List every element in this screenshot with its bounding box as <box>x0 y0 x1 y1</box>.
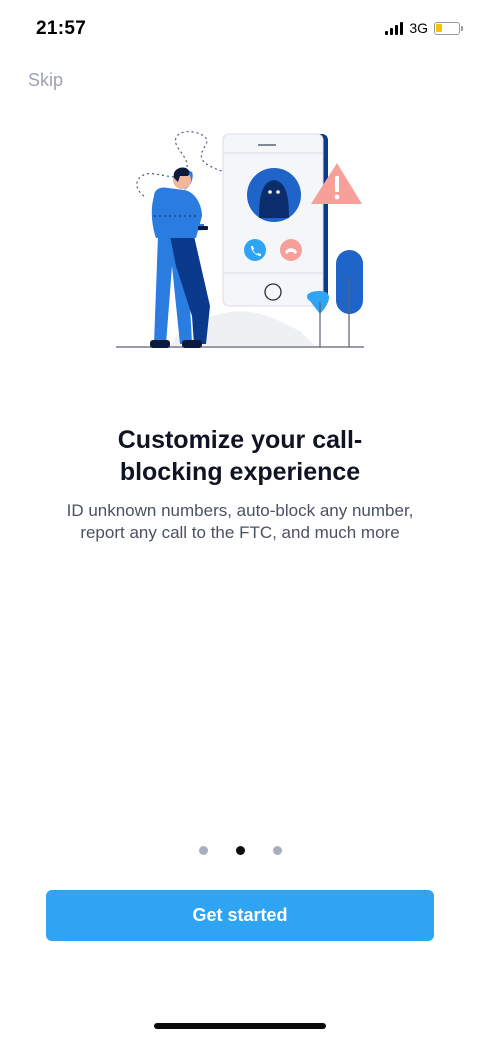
phone-accept-icon <box>244 239 266 261</box>
page-title-line-1: Customize your call- <box>117 426 363 454</box>
page-title-line-2: blocking experience <box>119 458 361 486</box>
home-indicator[interactable] <box>154 1023 326 1029</box>
page-title: Customize your call- blocking experience <box>40 424 440 488</box>
page-subtitle: ID unknown numbers, auto-block any numbe… <box>30 500 450 544</box>
get-started-button[interactable]: Get started <box>46 890 434 941</box>
page-subtitle-line-1: ID unknown numbers, auto-block any numbe… <box>66 501 414 520</box>
battery-icon <box>434 21 463 35</box>
page-indicator <box>0 846 480 855</box>
status-bar: 21:57 3G <box>0 0 480 56</box>
status-indicators: 3G <box>385 20 463 36</box>
page-subtitle-line-2: report any call to the FTC, and much mor… <box>80 523 400 542</box>
skip-button[interactable]: Skip <box>28 70 63 91</box>
page-dot-1[interactable] <box>198 846 208 855</box>
page-dot-3[interactable] <box>272 846 282 855</box>
onboarding-screen: 21:57 3G Skip Customize your call- block… <box>0 0 480 1039</box>
status-time: 21:57 <box>36 18 87 39</box>
network-type: 3G <box>409 20 428 36</box>
call-blocking-illustration <box>116 131 364 348</box>
cellular-signal-icon <box>385 21 404 35</box>
page-dot-2[interactable] <box>235 846 245 855</box>
battery-level <box>436 23 442 32</box>
